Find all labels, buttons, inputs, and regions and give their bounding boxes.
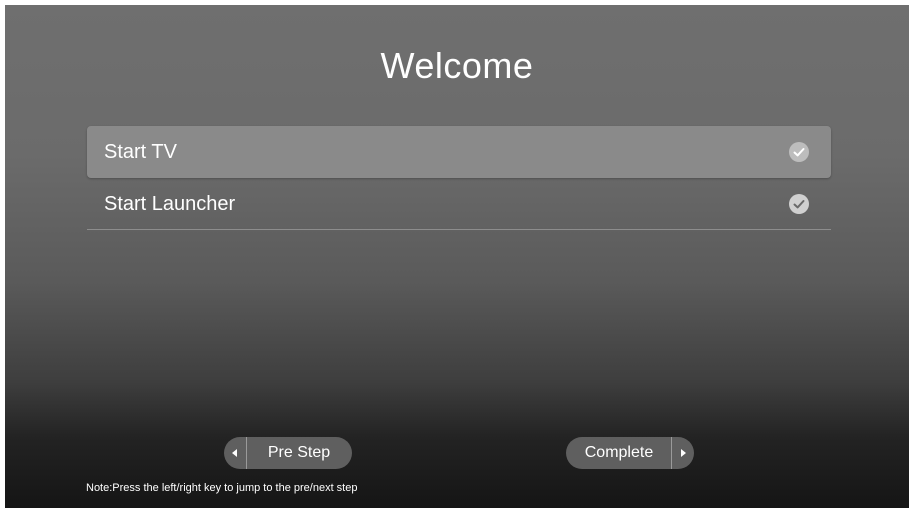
arrow-right-icon — [671, 437, 694, 469]
arrow-left-icon — [224, 437, 247, 469]
option-label: Start TV — [104, 141, 177, 163]
page-title: Welcome — [380, 45, 534, 86]
navigation-hint-note: Note:Press the left/right key to jump to… — [86, 482, 358, 494]
option-start-tv[interactable]: Start TV — [87, 126, 831, 178]
welcome-screen: Welcome Start TV Start Launcher Pre Step… — [5, 5, 909, 508]
check-circle-icon — [789, 194, 809, 214]
pre-step-label: Pre Step — [267, 444, 331, 461]
option-label: Start Launcher — [104, 193, 236, 215]
option-start-launcher[interactable]: Start Launcher — [87, 178, 831, 230]
pre-step-button[interactable]: Pre Step — [224, 437, 352, 469]
complete-button[interactable]: Complete — [566, 437, 694, 469]
check-circle-icon — [789, 142, 809, 162]
start-options-list: Start TV Start Launcher — [87, 126, 831, 230]
complete-label: Complete — [584, 444, 654, 461]
